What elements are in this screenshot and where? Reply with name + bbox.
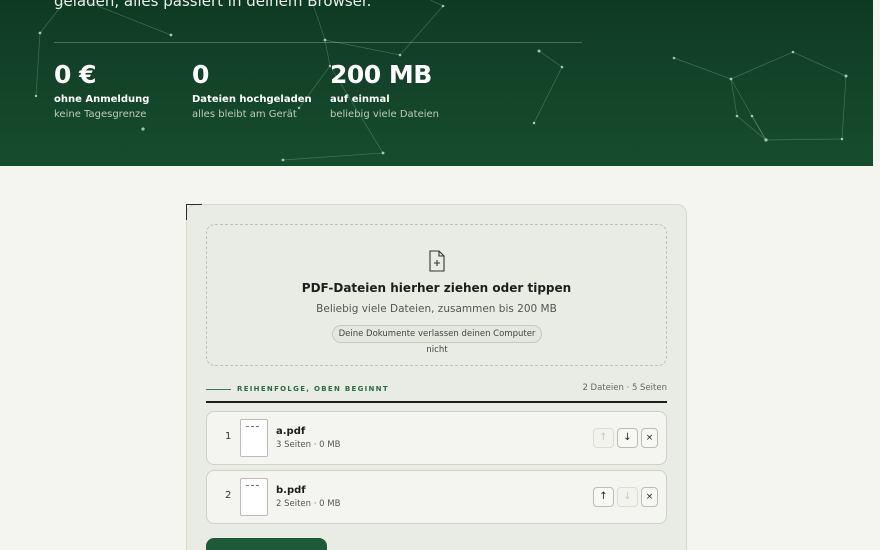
stat-value: 0 — [192, 60, 209, 89]
file-row: 2 b.pdf 2 Seiten · 0 MB ↑ ↓ × — [206, 470, 667, 524]
file-index: 1 — [225, 431, 232, 442]
merge-button[interactable] — [206, 538, 327, 550]
file-plus-icon — [429, 250, 445, 272]
stat-size-limit: 200 MB auf einmal beliebig viele Dateien — [330, 60, 439, 120]
section-dash — [206, 389, 231, 390]
hero-divider — [54, 42, 582, 43]
dropzone-hint: Beliebig viele Dateien, zusammen bis 200… — [316, 303, 557, 315]
section-rule — [206, 401, 667, 403]
stat-value: 200 MB — [330, 60, 432, 89]
file-meta: 3 Seiten · 0 MB — [276, 440, 341, 450]
stat-label: Dateien hochgeladen — [192, 94, 312, 105]
file-index: 2 — [225, 490, 232, 501]
pdf-thumbnail — [240, 419, 268, 457]
move-down-button[interactable]: ↓ — [617, 428, 638, 448]
file-name: b.pdf — [276, 485, 306, 496]
hero-tagline: geladen, alles passiert in deinem Browse… — [54, 0, 372, 10]
file-count: 2 Dateien · 5 Seiten — [582, 383, 667, 393]
pdf-dropzone[interactable]: PDF-Dateien hierher ziehen oder tippen B… — [206, 224, 667, 366]
dropzone-title: PDF-Dateien hierher ziehen oder tippen — [301, 281, 572, 295]
stat-price: 0 € ohne Anmeldung keine Tagesgrenze — [54, 60, 149, 120]
file-meta: 2 Seiten · 0 MB — [276, 499, 341, 509]
stat-label: auf einmal — [330, 94, 390, 105]
order-section-header: REIHENFOLGE, OBEN BEGINNT 2 Dateien · 5 … — [206, 380, 667, 402]
stat-label: ohne Anmeldung — [54, 94, 150, 105]
stat-sub: alles bleibt am Gerät — [192, 109, 297, 120]
hero-banner: geladen, alles passiert in deinem Browse… — [0, 0, 873, 166]
file-row: 1 a.pdf 3 Seiten · 0 MB ↑ ↓ × — [206, 411, 667, 465]
pdf-thumbnail — [240, 478, 268, 516]
order-label: REIHENFOLGE, OBEN BEGINNT — [237, 385, 389, 393]
remove-file-button[interactable]: × — [641, 487, 658, 507]
card-corner-mark — [186, 204, 202, 220]
file-name: a.pdf — [276, 426, 306, 437]
stat-uploads: 0 Dateien hochgeladen alles bleibt am Ge… — [192, 60, 312, 120]
move-down-button[interactable]: ↓ — [617, 487, 638, 507]
stat-sub: keine Tagesgrenze — [54, 109, 147, 120]
move-up-button[interactable]: ↑ — [593, 487, 614, 507]
stat-value: 0 € — [54, 60, 97, 89]
privacy-badge: Deine Dokumente verlassen deinen Compute… — [332, 325, 542, 355]
move-up-button[interactable]: ↑ — [593, 428, 614, 448]
remove-file-button[interactable]: × — [641, 428, 658, 448]
stat-sub: beliebig viele Dateien — [330, 109, 439, 120]
